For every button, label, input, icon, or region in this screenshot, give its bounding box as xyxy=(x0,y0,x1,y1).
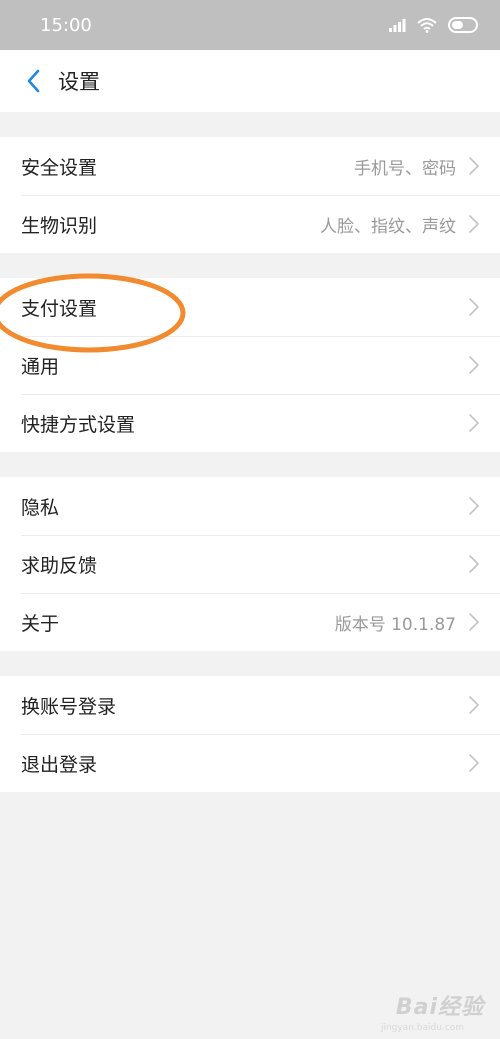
back-button[interactable] xyxy=(0,50,58,112)
settings-list: 安全设置 手机号、密码生物识别 人脸、指纹、声纹支付设置通用快捷方式设置 隐私求助反馈… xyxy=(0,137,500,792)
watermark-url: jingyan.baidu.com xyxy=(380,1023,464,1033)
row-right xyxy=(468,753,480,773)
settings-group: 换账号登录 退出登录 xyxy=(0,676,500,792)
chevron-right-icon xyxy=(469,356,479,374)
row-right: 人脸、指纹、声纹 xyxy=(320,212,480,237)
status-bar: 15:00 xyxy=(0,0,500,50)
status-time: 15:00 xyxy=(40,14,92,36)
chevron-right-icon xyxy=(469,497,479,515)
watermark: Bai经验 xyxy=(395,995,484,1020)
chevron-right-icon xyxy=(469,696,479,714)
row-label: 退出登录 xyxy=(21,753,98,776)
settings-group: 支付设置通用快捷方式设置 xyxy=(0,278,500,452)
chevron-right-icon xyxy=(469,414,479,432)
row-label: 支付设置 xyxy=(21,297,98,320)
settings-row-logout[interactable]: 退出登录 xyxy=(0,734,500,792)
chevron-right-icon xyxy=(469,754,479,772)
settings-row-switch-account[interactable]: 换账号登录 xyxy=(0,676,500,734)
row-right: 手机号、密码 xyxy=(354,154,480,179)
row-right xyxy=(468,695,480,715)
battery-icon xyxy=(448,17,478,33)
row-label: 隐私 xyxy=(21,496,60,519)
page-title: 设置 xyxy=(58,70,100,94)
settings-row-privacy[interactable]: 隐私 xyxy=(0,477,500,535)
settings-group: 安全设置 手机号、密码生物识别 人脸、指纹、声纹 xyxy=(0,137,500,253)
settings-row-shortcut-settings[interactable]: 快捷方式设置 xyxy=(0,394,500,452)
row-value: 人脸、指纹、声纹 xyxy=(320,216,456,237)
row-value: 版本号 10.1.87 xyxy=(334,614,456,635)
row-right xyxy=(468,496,480,516)
chevron-left-icon xyxy=(27,69,40,93)
row-right xyxy=(468,554,480,574)
wifi-icon xyxy=(417,18,437,33)
row-label: 关于 xyxy=(21,612,60,635)
row-label: 求助反馈 xyxy=(21,554,98,577)
settings-row-help-feedback[interactable]: 求助反馈 xyxy=(0,535,500,593)
chevron-right-icon xyxy=(469,555,479,573)
settings-row-general[interactable]: 通用 xyxy=(0,336,500,394)
nav-bar: 设置 xyxy=(0,50,500,112)
row-right xyxy=(468,355,480,375)
row-value: 手机号、密码 xyxy=(354,158,456,179)
signal-icon xyxy=(389,19,406,32)
chevron-right-icon xyxy=(469,157,479,175)
chevron-right-icon xyxy=(469,215,479,233)
row-label: 快捷方式设置 xyxy=(21,413,136,436)
row-label: 换账号登录 xyxy=(21,695,117,718)
row-right xyxy=(468,413,480,433)
row-label: 通用 xyxy=(21,355,60,378)
row-right: 版本号 10.1.87 xyxy=(335,610,480,635)
chevron-right-icon xyxy=(469,613,479,631)
settings-row-about[interactable]: 关于 版本号 10.1.87 xyxy=(0,593,500,651)
settings-row-biometrics[interactable]: 生物识别 人脸、指纹、声纹 xyxy=(0,195,500,253)
row-right xyxy=(468,297,480,317)
chevron-right-icon xyxy=(469,298,479,316)
settings-row-security-settings[interactable]: 安全设置 手机号、密码 xyxy=(0,137,500,195)
row-label: 生物识别 xyxy=(21,214,98,237)
settings-row-payment-settings[interactable]: 支付设置 xyxy=(0,278,500,336)
settings-group: 隐私求助反馈关于 版本号 10.1.87 xyxy=(0,477,500,651)
row-label: 安全设置 xyxy=(21,156,98,179)
status-icons xyxy=(388,17,480,33)
